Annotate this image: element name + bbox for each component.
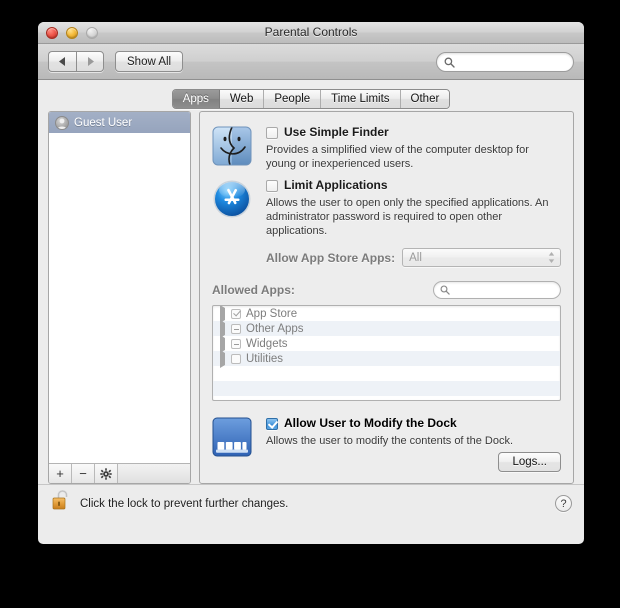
modify-dock-checkbox[interactable] [266, 418, 278, 430]
back-button[interactable] [48, 51, 76, 72]
tab-bar: Apps Web People Time Limits Other [38, 89, 584, 109]
sidebar-item-label: Guest User [74, 116, 133, 129]
tab-other-label: Other [410, 93, 440, 105]
window-titlebar: Parental Controls [38, 22, 584, 44]
gear-icon[interactable] [95, 464, 118, 483]
forward-button[interactable] [76, 51, 104, 72]
modify-dock-row[interactable]: Allow User to Modify the Dock [266, 417, 561, 430]
tab-people-label: People [274, 93, 311, 105]
allow-app-store-select[interactable]: All [402, 248, 561, 267]
help-button-label: ? [560, 497, 567, 510]
show-all-label: Show All [127, 55, 172, 68]
add-user-button[interactable]: + [49, 464, 72, 483]
tab-apps-label: Apps [182, 93, 209, 105]
disclosure-triangle-icon[interactable] [220, 306, 231, 323]
lock-message: Click the lock to prevent further change… [80, 497, 289, 510]
tab-people[interactable]: People [264, 90, 322, 108]
list-item[interactable]: App Store [213, 306, 560, 323]
list-item-label: App Store [246, 307, 298, 320]
parental-controls-window: Parental Controls Show All Apps Web Peop… [38, 22, 584, 544]
list-empty-row [213, 381, 560, 396]
widgets-checkbox[interactable] [231, 338, 241, 349]
sidebar-footer: + − [49, 463, 190, 483]
sidebar-item-guest-user[interactable]: Guest User [49, 112, 190, 133]
use-simple-finder-description: Provides a simplified view of the comput… [266, 144, 529, 170]
disclosure-triangle-icon[interactable] [220, 319, 231, 338]
user-sidebar: Guest User + − [48, 111, 191, 484]
allowed-apps-label: Allowed Apps: [212, 283, 295, 297]
disclosure-triangle-icon[interactable] [220, 334, 231, 353]
modify-dock-description: Allows the user to modify the contents o… [266, 435, 514, 447]
use-simple-finder-checkbox[interactable] [266, 127, 278, 139]
allowed-apps-search-field[interactable] [433, 281, 561, 299]
disclosure-triangle-icon[interactable] [220, 349, 231, 368]
stepper-arrows-icon [548, 251, 555, 264]
list-item-label: Widgets [246, 337, 288, 350]
tab-apps[interactable]: Apps [172, 90, 220, 108]
list-empty-row [213, 396, 560, 400]
remove-user-button[interactable]: − [72, 464, 95, 483]
tab-time-limits-label: Time Limits [331, 93, 390, 105]
other-apps-checkbox[interactable] [231, 323, 241, 334]
help-button[interactable]: ? [555, 495, 572, 512]
triangle-right-icon [87, 57, 94, 66]
user-list: Guest User [49, 112, 190, 463]
list-item[interactable]: Utilities [213, 349, 560, 368]
window-toolbar: Show All [38, 44, 584, 80]
tab-other[interactable]: Other [400, 90, 450, 108]
limit-applications-section: Limit Applications Allows the user to op… [212, 177, 561, 267]
allowed-apps-list[interactable]: App Store Other Apps Widgets Utilities [212, 305, 561, 401]
modify-dock-label: Allow User to Modify the Dock [284, 416, 457, 430]
show-all-button[interactable]: Show All [115, 51, 184, 72]
simple-finder-section: Use Simple Finder Provides a simplified … [212, 124, 561, 171]
triangle-left-icon [59, 57, 65, 66]
list-item[interactable]: Other Apps [213, 319, 560, 338]
add-user-label: + [56, 466, 64, 481]
tab-web-label: Web [229, 93, 254, 105]
list-item[interactable]: Widgets [213, 334, 560, 353]
allowed-apps-header: Allowed Apps: [212, 281, 561, 299]
search-icon [444, 57, 455, 68]
sidebar-footer-filler [118, 464, 190, 483]
lock-bar: Click the lock to prevent further change… [38, 484, 584, 522]
search-icon [440, 285, 450, 295]
limit-applications-row[interactable]: Limit Applications [266, 179, 561, 192]
limit-applications-checkbox[interactable] [266, 180, 278, 192]
app-store-icon [212, 177, 256, 267]
use-simple-finder-label: Use Simple Finder [284, 125, 389, 139]
window-title: Parental Controls [264, 25, 358, 39]
allow-app-store-row: Allow App Store Apps: All [266, 248, 561, 267]
use-simple-finder-row[interactable]: Use Simple Finder [266, 126, 561, 139]
logs-button-label: Logs... [512, 456, 547, 468]
list-item-label: Other Apps [246, 322, 304, 335]
dock-icon [212, 415, 256, 462]
allow-app-store-label: Allow App Store Apps: [266, 250, 396, 265]
finder-icon [212, 124, 256, 171]
limit-applications-label: Limit Applications [284, 178, 388, 192]
unlocked-padlock-icon[interactable] [52, 489, 72, 518]
apps-settings-pane: Use Simple Finder Provides a simplified … [199, 111, 574, 484]
user-avatar-icon [55, 115, 69, 130]
utilities-checkbox[interactable] [231, 353, 241, 364]
navigation-buttons [48, 51, 104, 72]
toolbar-search-input[interactable] [459, 56, 559, 68]
allowed-apps-search-input[interactable] [454, 284, 549, 296]
list-empty-row [213, 366, 560, 381]
window-body: Apps Web People Time Limits Other Guest … [38, 80, 584, 484]
tab-time-limits[interactable]: Time Limits [321, 90, 401, 108]
list-item-label: Utilities [246, 352, 284, 365]
remove-user-label: − [79, 466, 87, 481]
app-store-checkbox[interactable] [231, 308, 241, 319]
toolbar-search-field[interactable] [436, 52, 574, 72]
allow-app-store-value: All [409, 251, 422, 264]
limit-applications-description: Allows the user to open only the specifi… [266, 197, 549, 237]
tab-web[interactable]: Web [219, 90, 265, 108]
logs-button[interactable]: Logs... [498, 452, 561, 472]
